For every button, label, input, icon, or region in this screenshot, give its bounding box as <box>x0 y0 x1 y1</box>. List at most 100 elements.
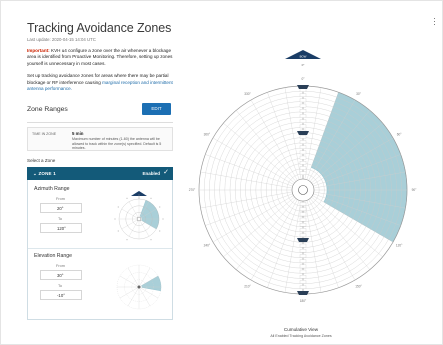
axis-label-box <box>299 269 307 274</box>
axis-label-box <box>299 98 307 103</box>
zone-body: Azimuth Range From 20° To 120° Elevation… <box>27 180 173 321</box>
axis-label-box <box>299 202 307 206</box>
axis-label-box <box>299 259 307 263</box>
elevation-from-input[interactable]: 30° <box>40 270 82 281</box>
azimuth-tick-dot <box>126 239 128 241</box>
axis-label-box <box>299 275 307 279</box>
axis-label-box <box>299 140 307 144</box>
elevation-spoke <box>119 276 140 288</box>
zone-sector <box>310 92 408 243</box>
axis-label-box <box>299 233 307 237</box>
outer-tick-label: 120° <box>396 244 403 248</box>
azimuth-tick-dot <box>150 239 152 241</box>
left-panel: Tracking Avoidance Zones Last update: 20… <box>27 21 173 321</box>
time-in-zone-description: Maximum number of minutes (1-60) the ant… <box>72 137 162 151</box>
azimuth-spoke <box>121 219 140 230</box>
outer-tick-label: 330° <box>244 92 251 96</box>
azimuth-spoke <box>121 209 140 220</box>
outer-tick-label: 240° <box>204 244 211 248</box>
elevation-mini-chart <box>116 265 162 310</box>
check-icon: ✓ <box>163 169 169 177</box>
cumulative-view-title: Cumulative View <box>283 327 319 332</box>
outer-tick-label: 180° <box>300 299 307 303</box>
elevation-spoke <box>127 268 140 288</box>
outer-tick-label: 90° <box>412 188 418 192</box>
grid-spoke <box>250 99 298 181</box>
axis-label-box <box>299 254 307 258</box>
bow-marker-label: BOW <box>300 55 307 59</box>
axis-label-box <box>299 223 307 227</box>
elevation-spoke <box>119 287 140 299</box>
axis-marker <box>297 238 309 242</box>
cumulative-polar-chart: BOW 0° 0° 30° 60° 90° 120° 150° 180° 210° 240° 270°… <box>189 50 418 303</box>
axis-label-box <box>299 119 307 123</box>
select-zone-label: Select a Zone <box>27 158 56 164</box>
axis-label-box <box>299 161 307 165</box>
azimuth-tick-dot <box>114 218 116 220</box>
grid-spoke <box>250 199 298 281</box>
azimuth-tick-dot <box>162 218 164 220</box>
azimuth-tick-dot <box>117 206 119 208</box>
stem-label: 0° <box>302 63 306 67</box>
more-options-icon[interactable]: · · · <box>433 14 437 29</box>
axis-label-box <box>299 243 307 248</box>
axis-label-box <box>299 228 307 232</box>
cumulative-view-subtitle: All Enabled Tracking Avoidance Zones <box>270 334 332 338</box>
azimuth-spoke <box>128 202 140 220</box>
setup-description: Set up tracking avoidance zones for area… <box>27 73 173 92</box>
zone-name: ⌄ ZONE 1 <box>33 171 56 177</box>
outer-tick-label: 150° <box>355 284 362 288</box>
outer-tick-label: 30° <box>356 92 362 96</box>
zone-header[interactable]: ⌄ ZONE 1 Enabled ✓ <box>27 167 173 181</box>
section-divider <box>28 248 172 250</box>
azimuth-mini-chart <box>114 191 164 241</box>
zone-ranges-heading: Zone Ranges <box>27 106 68 114</box>
divider <box>27 122 173 124</box>
axis-label-box <box>299 124 307 129</box>
elevation-spoke <box>127 287 140 307</box>
axis-label-box <box>299 109 307 113</box>
azimuth-to-input[interactable]: 120° <box>40 223 82 234</box>
axis-marker <box>297 131 309 135</box>
axis-label-box <box>299 114 307 118</box>
azimuth-sector <box>139 200 160 230</box>
grid-spoke <box>212 137 294 185</box>
azimuth-from-label: From <box>56 197 65 202</box>
outer-tick-label: 270° <box>189 188 196 192</box>
azimuth-title: Azimuth Range <box>34 186 70 193</box>
zone-status: Enabled <box>142 171 160 177</box>
center-circle <box>291 178 315 202</box>
time-in-zone-label: TIME IN ZONE <box>32 132 57 137</box>
azimuth-to-label: To <box>58 217 63 222</box>
axis-label-box <box>299 212 307 217</box>
axis-marker <box>297 85 309 89</box>
azimuth-center <box>136 217 142 222</box>
elevation-to-label: To <box>58 284 63 289</box>
zone-name-label: ZONE 1 <box>38 171 56 177</box>
elevation-to-input[interactable]: -10° <box>40 290 82 301</box>
azimuth-tick-dot <box>159 206 161 208</box>
last-update: Last update: 2020-04-15 14:04 UTC <box>27 37 96 42</box>
elevation-spoke <box>138 287 151 307</box>
axis-label-box <box>299 249 307 253</box>
elevation-title: Elevation Range <box>34 253 73 260</box>
important-label: Important: <box>27 48 50 53</box>
azimuth-from-input[interactable]: 20° <box>40 203 82 214</box>
outer-tick-label: 60° <box>397 133 403 137</box>
axis-label-box <box>299 217 307 222</box>
edit-button[interactable]: EDIT <box>142 103 171 116</box>
time-in-zone-value: 5 min <box>72 131 84 137</box>
time-in-zone-box: TIME IN ZONE 5 min Maximum number of min… <box>27 127 173 152</box>
azimuth-tick-dot <box>117 230 119 232</box>
axis-label-box <box>299 264 307 269</box>
azimuth-tick-dot <box>150 198 152 200</box>
page: · · · Tracking Avoidance Zones Last update… <box>0 0 443 345</box>
page-title: Tracking Avoidance Zones <box>27 21 172 35</box>
elevation-sector <box>141 276 162 292</box>
grid-spoke <box>212 195 294 243</box>
axis-label-box <box>299 280 307 284</box>
azimuth-tick-dot <box>126 198 128 200</box>
outer-tick-label: 0° <box>301 77 305 81</box>
axis-label-box <box>299 103 307 108</box>
axis-label-box <box>299 145 307 149</box>
